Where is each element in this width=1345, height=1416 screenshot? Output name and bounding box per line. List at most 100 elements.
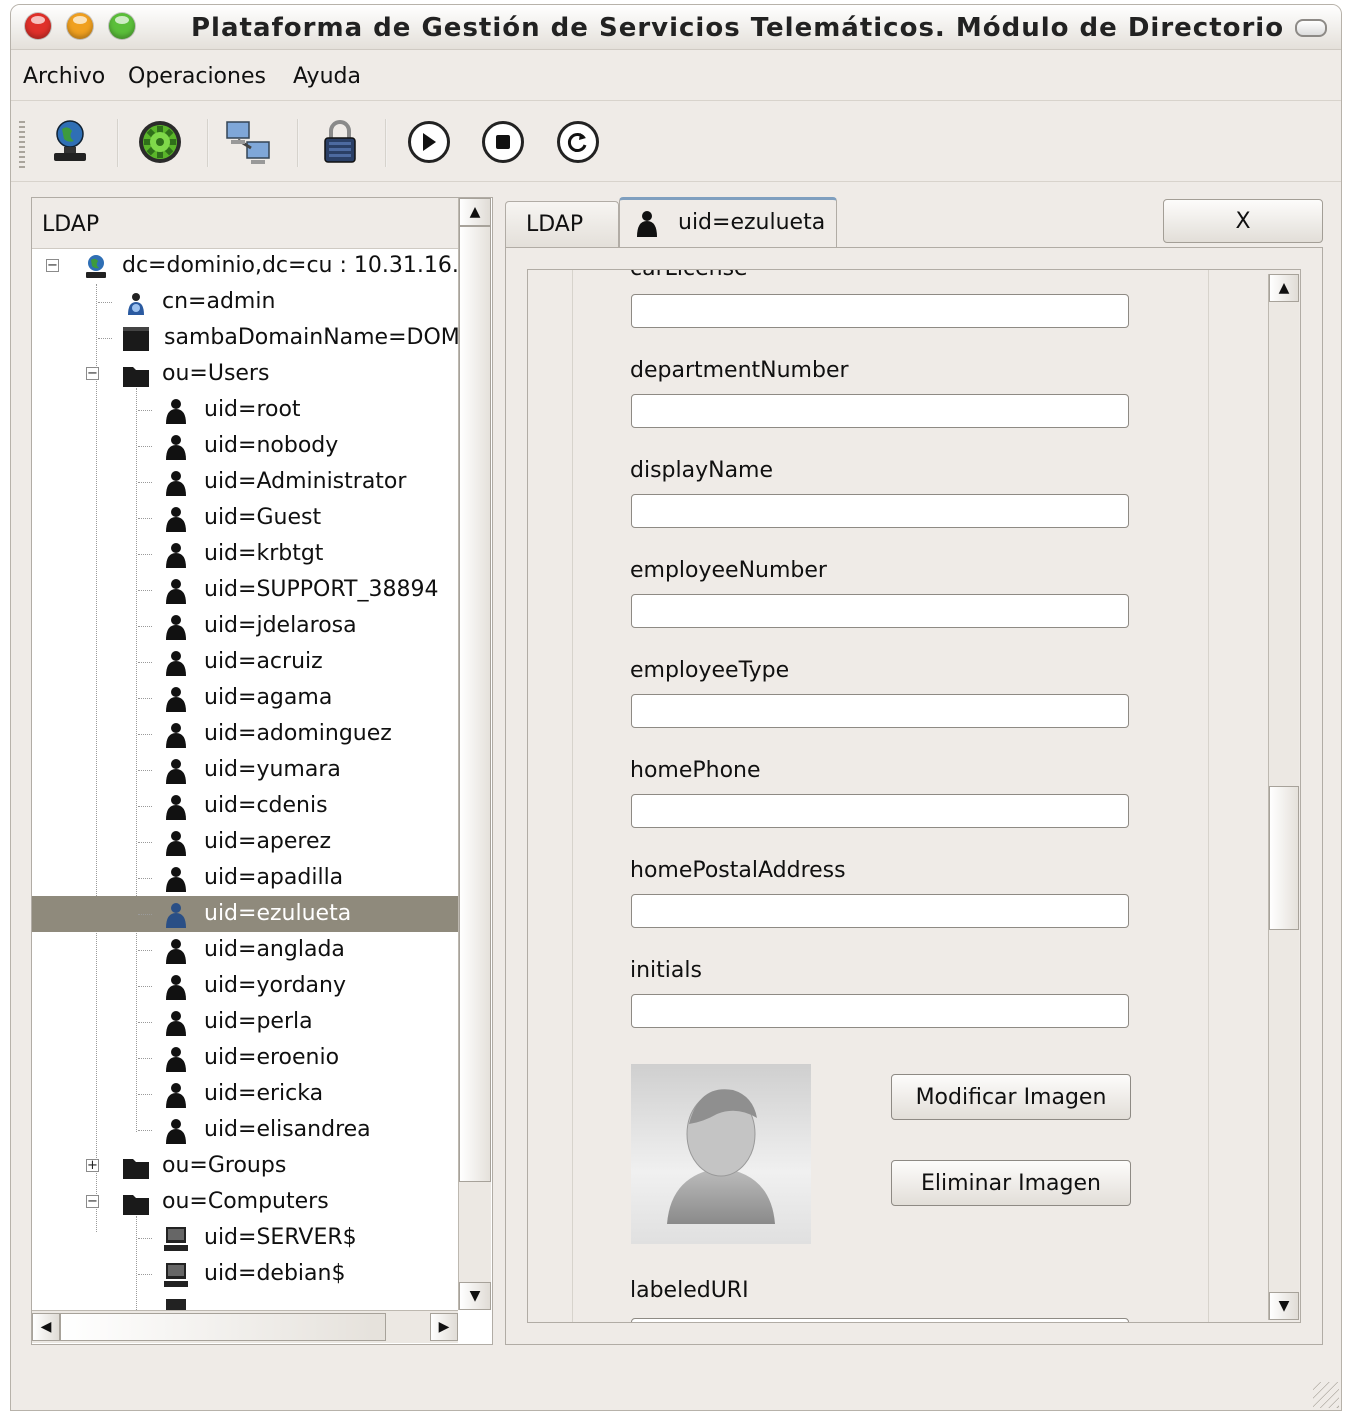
collapse-toggle[interactable]: − <box>86 1195 99 1208</box>
tree-line <box>138 806 152 807</box>
tree-node-user[interactable]: uid=acruiz <box>32 644 458 680</box>
tree-node-root[interactable]: − dc=dominio,dc=cu : 10.31.16.2 <box>32 248 458 284</box>
play-icon[interactable] <box>404 117 454 167</box>
tree-line <box>138 950 152 951</box>
settings-gear-icon[interactable] <box>135 117 185 167</box>
scroll-thumb[interactable] <box>60 1313 386 1341</box>
lock-icon[interactable] <box>315 117 365 167</box>
tree-node-user[interactable]: uid=aperez <box>32 824 458 860</box>
homephone-input[interactable] <box>631 794 1129 828</box>
tree-node-user[interactable]: uid=adominguez <box>32 716 458 752</box>
user-icon <box>166 795 186 820</box>
tree-node-samba-domain[interactable]: sambaDomainName=DOM <box>32 320 458 356</box>
tree-node-user[interactable]: uid=root <box>32 392 458 428</box>
tree-node-label: uid=adominguez <box>204 721 392 746</box>
collapse-toggle[interactable]: − <box>46 259 59 272</box>
delete-image-button[interactable]: Eliminar Imagen <box>891 1160 1131 1206</box>
shade-window-button[interactable] <box>1295 19 1327 37</box>
user-icon <box>166 543 186 568</box>
tree-node-user[interactable]: uid=apadilla <box>32 860 458 896</box>
displayname-input[interactable] <box>631 494 1129 528</box>
scroll-up-button[interactable]: ▲ <box>1269 274 1299 302</box>
computer-icon <box>164 1227 188 1251</box>
collapse-toggle[interactable]: − <box>86 367 99 380</box>
tree-node-label: ou=Users <box>162 361 270 386</box>
title-bar[interactable]: Plataforma de Gestión de Servicios Telem… <box>11 5 1341 50</box>
tree-node-ou-users[interactable]: − ou=Users <box>32 356 458 392</box>
user-icon <box>166 1119 186 1144</box>
menu-archivo[interactable]: Archivo <box>23 64 105 89</box>
departmentnumber-input[interactable] <box>631 394 1129 428</box>
tree-line <box>138 734 152 735</box>
labeleduri-input[interactable] <box>631 1318 1129 1322</box>
tree-node-label: uid=SERVER$ <box>204 1225 357 1250</box>
tree-node-label: uid=apadilla <box>204 865 344 890</box>
tree-node-user[interactable]: uid=nobody <box>32 428 458 464</box>
tree-node-user[interactable]: uid=perla <box>32 1004 458 1040</box>
form-vertical-scrollbar[interactable]: ▲ ▼ <box>1268 274 1299 1320</box>
tree-node-user[interactable]: uid=Guest <box>32 500 458 536</box>
tree-node-label: uid=root <box>204 397 301 422</box>
user-icon <box>166 759 186 784</box>
close-window-button[interactable] <box>25 13 51 39</box>
tree-node-user[interactable]: uid=ericka <box>32 1076 458 1112</box>
homepostaladdress-input[interactable] <box>631 894 1129 928</box>
tree-node-user[interactable]: uid=yordany <box>32 968 458 1004</box>
maximize-window-button[interactable] <box>109 13 135 39</box>
stop-icon[interactable] <box>478 117 528 167</box>
user-icon <box>166 579 186 604</box>
tree-node-user[interactable]: uid=jdelarosa <box>32 608 458 644</box>
scroll-thumb[interactable] <box>459 226 491 1182</box>
field-label-employeetype: employeeType <box>630 658 790 683</box>
tree-node-admin[interactable]: cn=admin <box>32 284 458 320</box>
scroll-thumb[interactable] <box>1269 786 1299 930</box>
tree-node-user[interactable]: uid=cdenis <box>32 788 458 824</box>
toolbar-grip[interactable] <box>19 121 25 169</box>
user-icon <box>166 651 186 676</box>
tree-node-user[interactable]: uid=SUPPORT_38894 <box>32 572 458 608</box>
scroll-left-button[interactable]: ◀ <box>32 1313 60 1341</box>
tree-horizontal-scrollbar[interactable]: ◀ ▶ <box>32 1310 458 1343</box>
tab-user-ezulueta[interactable]: uid=ezulueta <box>619 197 837 249</box>
menu-operaciones[interactable]: Operaciones <box>128 64 266 89</box>
scroll-down-button[interactable]: ▼ <box>1269 1292 1299 1320</box>
employeenumber-input[interactable] <box>631 594 1129 628</box>
tree-node-user[interactable]: uid=Administrator <box>32 464 458 500</box>
tree-node-user[interactable]: uid=agama <box>32 680 458 716</box>
resize-grip[interactable] <box>1313 1382 1339 1408</box>
tree-node-computer[interactable]: uid=debian$ <box>32 1256 458 1292</box>
tree-node-user[interactable]: uid=anglada <box>32 932 458 968</box>
refresh-icon[interactable] <box>553 117 603 167</box>
initials-input[interactable] <box>631 994 1129 1028</box>
tab-ldap[interactable]: LDAP <box>505 201 619 248</box>
scroll-right-button[interactable]: ▶ <box>430 1313 458 1341</box>
tree-node-user-selected[interactable]: uid=ezulueta <box>32 896 458 932</box>
scroll-up-button[interactable]: ▲ <box>459 198 491 226</box>
tree-node-user[interactable]: uid=elisandrea <box>32 1112 458 1148</box>
expand-toggle[interactable]: + <box>86 1159 99 1172</box>
scroll-down-button[interactable]: ▼ <box>459 1282 491 1310</box>
user-icon <box>166 507 186 532</box>
close-tab-button[interactable]: X <box>1163 199 1323 243</box>
tree-node-user[interactable]: uid=krbtgt <box>32 536 458 572</box>
network-server-icon[interactable] <box>45 117 95 167</box>
user-icon <box>166 615 186 640</box>
main-window: Plataforma de Gestión de Servicios Telem… <box>10 4 1342 1411</box>
user-attributes-form: carLicense departmentNumber displayName em… <box>527 269 1301 1323</box>
employeetype-input[interactable] <box>631 694 1129 728</box>
tree-node-ou-groups[interactable]: + ou=Groups <box>32 1148 458 1184</box>
user-icon <box>166 939 186 964</box>
carlicense-input[interactable] <box>631 294 1129 328</box>
menu-ayuda[interactable]: Ayuda <box>293 64 361 89</box>
tree-node-user[interactable]: uid=eroenio <box>32 1040 458 1076</box>
tree-node-computer-partial[interactable] <box>32 1292 458 1310</box>
tree-node-label: uid=cdenis <box>204 793 328 818</box>
modify-image-button[interactable]: Modificar Imagen <box>891 1074 1131 1120</box>
tree-header[interactable]: LDAP <box>32 198 458 249</box>
tree-vertical-scrollbar[interactable]: ▲ ▼ <box>458 198 491 1310</box>
tree-node-user[interactable]: uid=yumara <box>32 752 458 788</box>
tree-node-computer[interactable]: uid=SERVER$ <box>32 1220 458 1256</box>
network-computers-icon[interactable] <box>223 117 273 167</box>
tree-node-ou-computers[interactable]: − ou=Computers <box>32 1184 458 1220</box>
minimize-window-button[interactable] <box>67 13 93 39</box>
